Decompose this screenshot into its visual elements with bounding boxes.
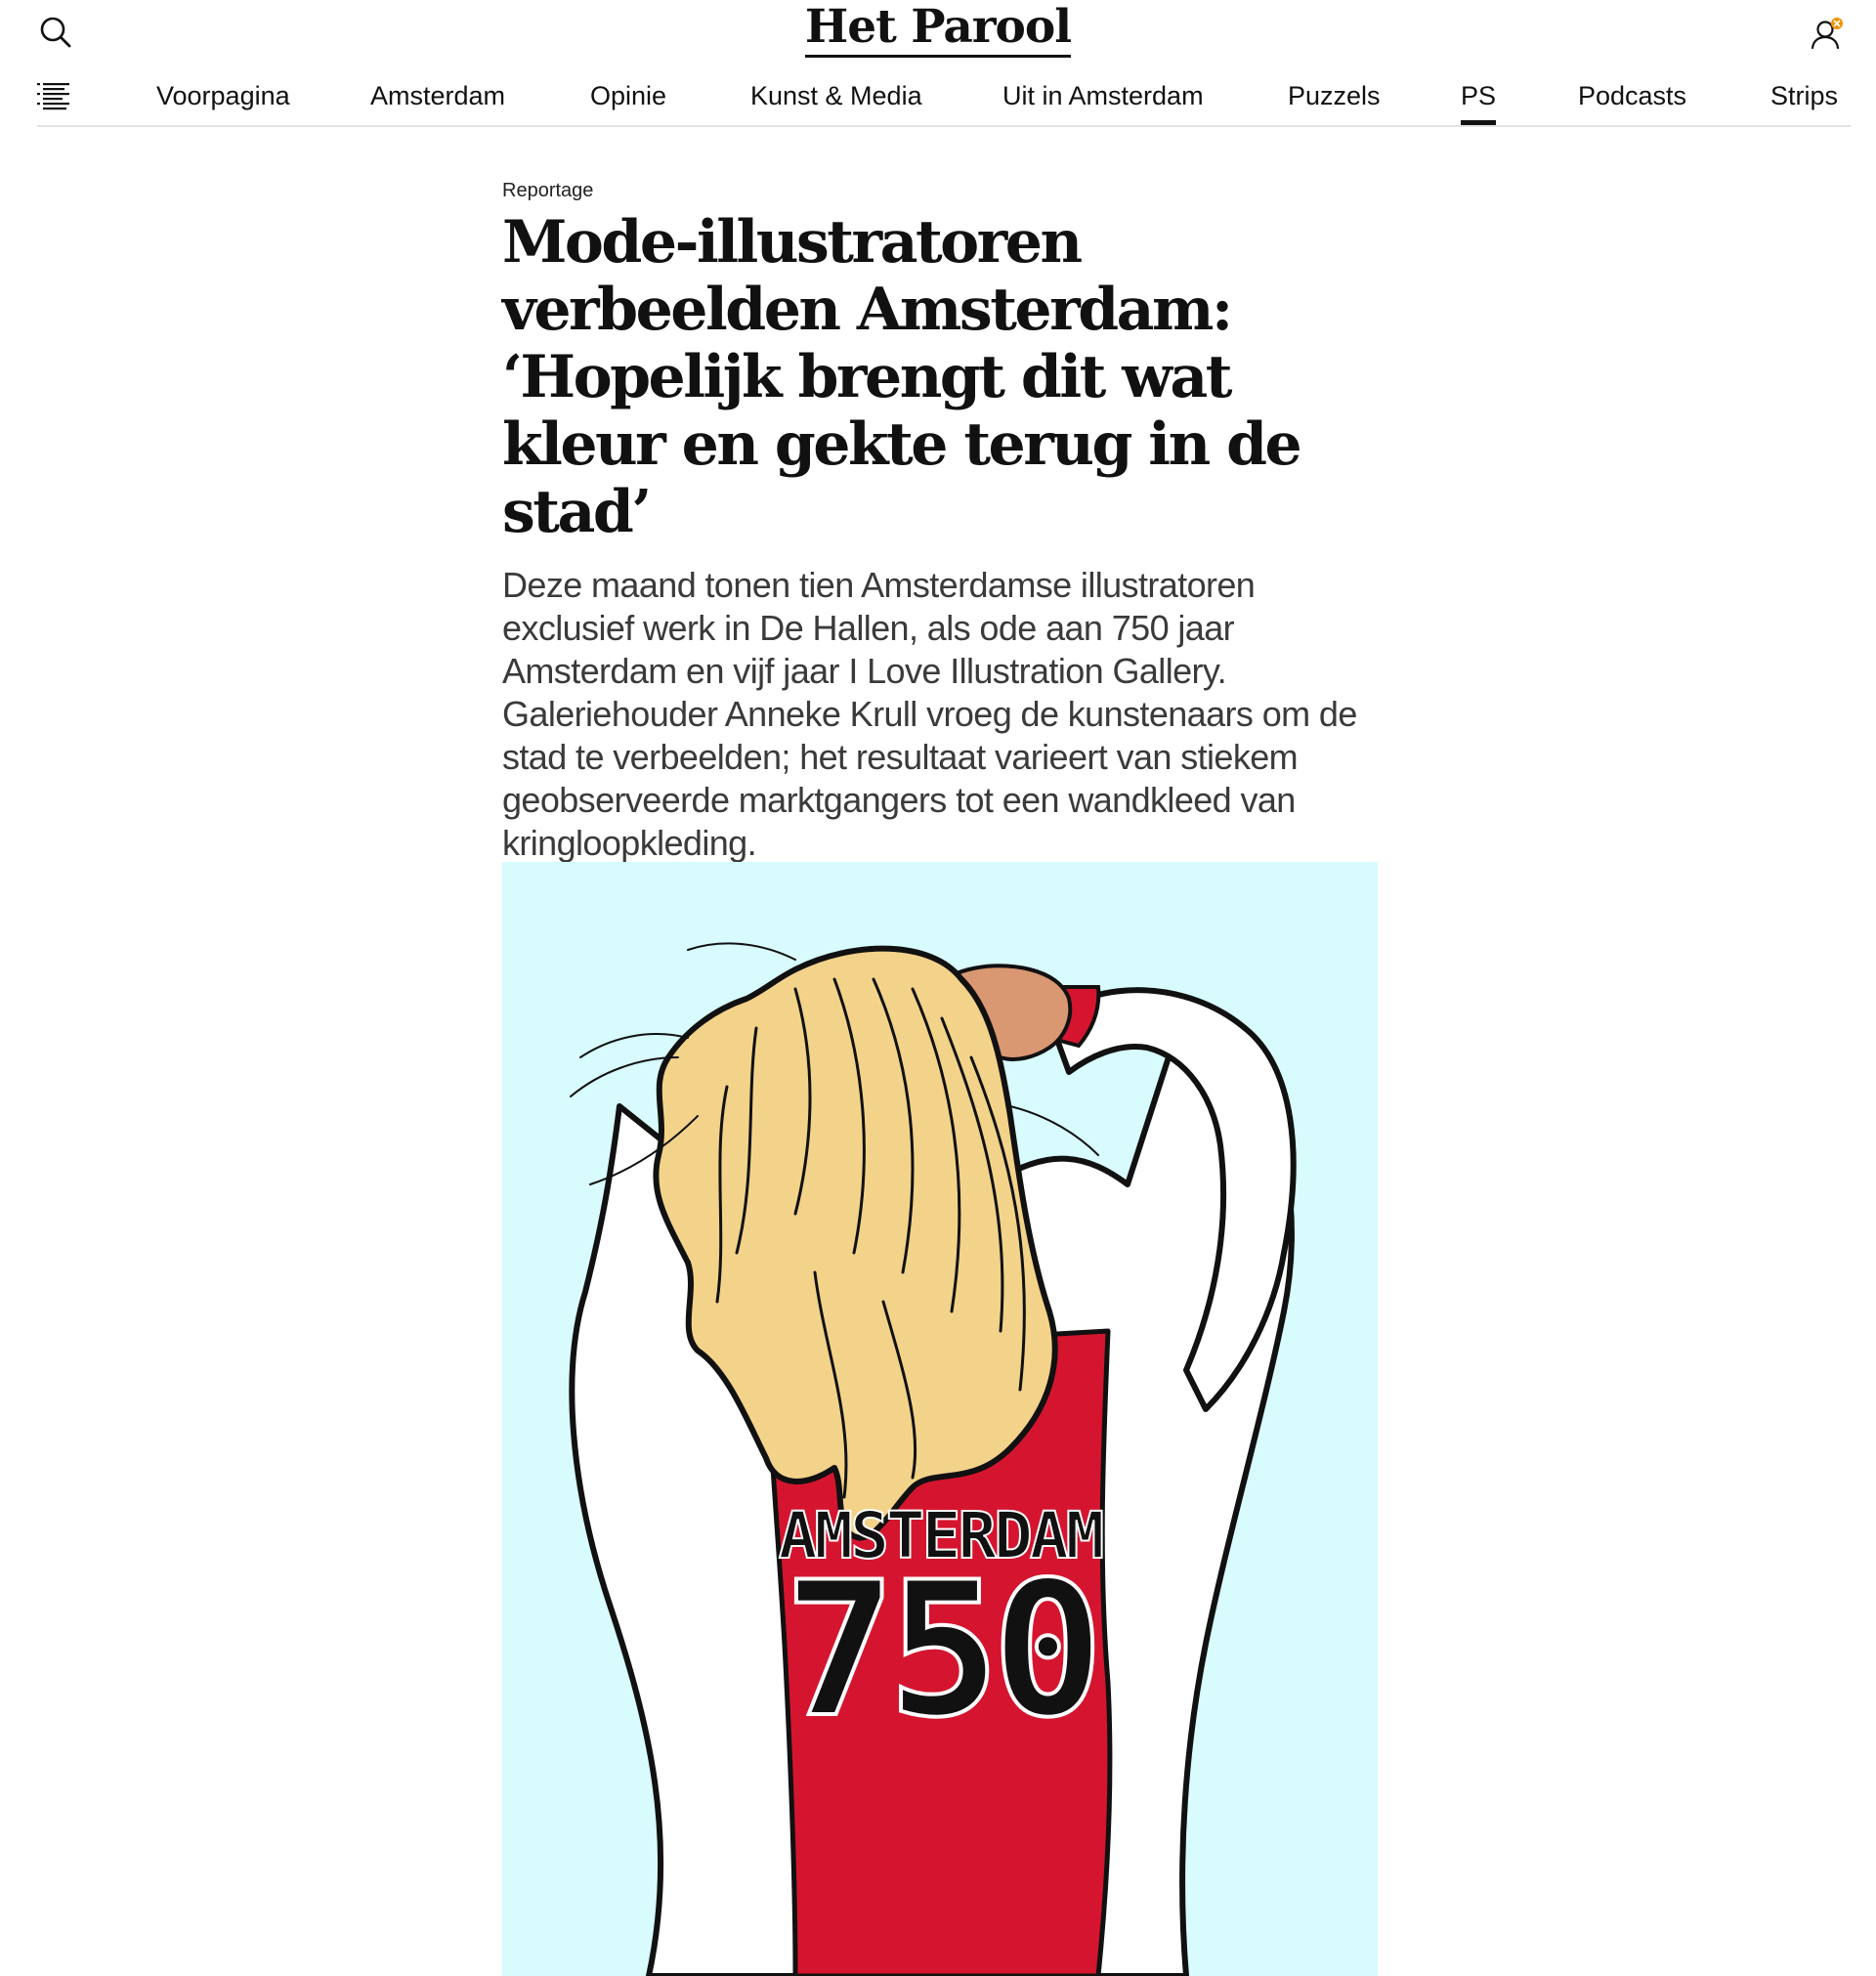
nav-item-puzzels[interactable]: Puzzels bbox=[1288, 76, 1381, 115]
jersey-number: 750 bbox=[784, 1542, 1095, 1758]
site-logo: Het Parool bbox=[0, 0, 1876, 58]
main-navigation: Voorpagina Amsterdam Opinie Kunst & Medi… bbox=[37, 70, 1851, 127]
nav-item-strips[interactable]: Strips bbox=[1770, 76, 1838, 115]
nav-item-ps[interactable]: PS bbox=[1461, 76, 1497, 125]
site-header: Het Parool Voorpagina Amsterdam Opinie K… bbox=[0, 0, 1876, 127]
illustration-woman-in-jersey: AMSTERDAM 750 bbox=[502, 862, 1378, 1976]
article: Reportage Mode-illustratoren verbeelden … bbox=[502, 176, 1378, 865]
menu-list-icon bbox=[37, 83, 69, 110]
nav-item-amsterdam[interactable]: Amsterdam bbox=[370, 76, 505, 115]
article-intro: Deze maand tonen tien Amsterdamse illust… bbox=[502, 565, 1357, 863]
nav-item-podcasts[interactable]: Podcasts bbox=[1578, 76, 1686, 115]
article-kicker: Reportage bbox=[502, 180, 594, 201]
nav-item-opinie[interactable]: Opinie bbox=[590, 76, 666, 115]
article-hero-image[interactable]: AMSTERDAM 750 bbox=[502, 862, 1378, 1976]
nav-item-uit-in-amsterdam[interactable]: Uit in Amsterdam bbox=[1002, 76, 1204, 115]
account-icon bbox=[1811, 18, 1843, 50]
article-headline: Mode-illustratoren verbeelden Amsterdam:… bbox=[502, 208, 1302, 546]
nav-item-voorpagina[interactable]: Voorpagina bbox=[156, 76, 290, 115]
account-button[interactable] bbox=[1810, 16, 1845, 55]
logo-link[interactable]: Het Parool bbox=[804, 0, 1072, 58]
nav-item-kunst-media[interactable]: Kunst & Media bbox=[750, 76, 922, 115]
menu-button[interactable] bbox=[37, 80, 72, 111]
